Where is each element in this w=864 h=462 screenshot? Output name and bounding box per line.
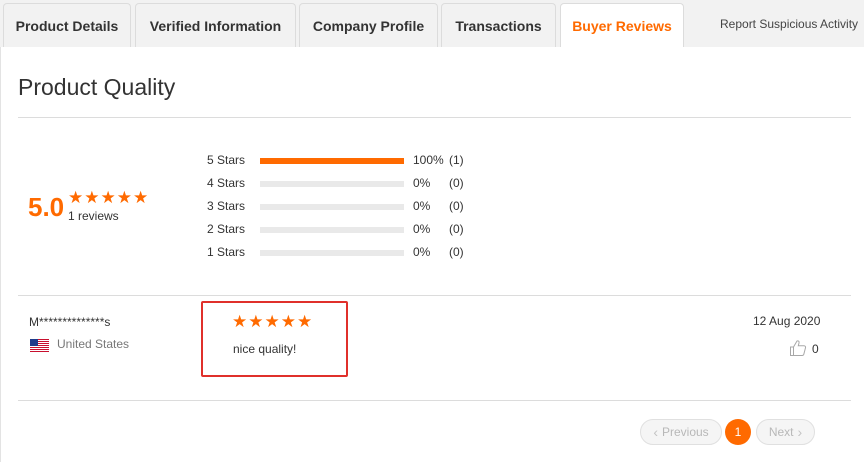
distribution-bar: [260, 204, 404, 210]
tab-company-profile[interactable]: Company Profile: [299, 3, 438, 47]
distribution-count: (0): [449, 245, 464, 259]
distribution-count: (0): [449, 222, 464, 236]
review-count: 1 reviews: [68, 209, 119, 223]
tab-label: Verified Information: [149, 17, 282, 34]
distribution-bar: [260, 250, 404, 256]
us-flag-icon: [30, 339, 49, 352]
tab-label: Buyer Reviews: [572, 18, 672, 34]
distribution-percent: 0%: [413, 176, 431, 190]
tab-verified-information[interactable]: Verified Information: [135, 3, 296, 47]
distribution-bar: [260, 181, 404, 187]
star-icon: ★: [297, 312, 313, 331]
distribution-percent: 0%: [413, 245, 431, 259]
page-1-button[interactable]: 1: [725, 419, 751, 445]
chevron-right-icon: ›: [797, 424, 803, 440]
star-icon: ★: [68, 188, 84, 207]
star-icon: ★: [84, 188, 100, 207]
like-count: 0: [812, 342, 819, 356]
next-page-button[interactable]: Next ›: [756, 419, 815, 445]
distribution-bar-fill: [260, 158, 404, 164]
distribution-percent: 100%: [413, 153, 444, 167]
star-icon: ★: [280, 312, 296, 331]
distribution-bar: [260, 227, 404, 233]
distribution-percent: 0%: [413, 222, 431, 236]
reviewer-name: M**************s: [29, 315, 111, 329]
previous-label: Previous: [661, 425, 709, 439]
distribution-count: (0): [449, 176, 464, 190]
tab-product-details[interactable]: Product Details: [3, 3, 131, 47]
distribution-bar: [260, 158, 404, 164]
average-score: 5.0: [28, 192, 65, 222]
thumbs-up-icon[interactable]: [789, 339, 807, 357]
tab-transactions[interactable]: Transactions: [441, 3, 556, 47]
divider: [18, 295, 851, 296]
distribution-label: 3 Stars: [207, 199, 246, 213]
distribution-label: 5 Stars: [207, 153, 246, 167]
tab-label: Transactions: [455, 17, 542, 34]
reviews-panel: Product Quality 5.0 ★ ★ ★ ★ ★ 1 reviews …: [0, 47, 864, 462]
tab-label: Company Profile: [312, 17, 425, 34]
tab-buyer-reviews[interactable]: Buyer Reviews: [560, 3, 684, 48]
summary-rating-stars: ★ ★ ★ ★ ★: [68, 189, 148, 206]
chevron-left-icon: ‹: [653, 424, 658, 440]
star-icon: ★: [248, 312, 264, 331]
review-date: 12 Aug 2020: [753, 314, 821, 328]
tab-bar: Product Details Verified Information Com…: [0, 0, 864, 48]
review-text: nice quality!: [233, 342, 297, 356]
section-title: Product Quality: [18, 74, 176, 100]
distribution-label: 2 Stars: [207, 222, 246, 236]
star-icon: ★: [116, 188, 132, 207]
next-label: Next: [768, 425, 794, 439]
report-suspicious-activity-link[interactable]: Report Suspicious Activity: [720, 17, 858, 31]
distribution-count: (1): [449, 153, 464, 167]
star-icon: ★: [264, 312, 280, 331]
distribution-percent: 0%: [413, 199, 431, 213]
star-icon: ★: [133, 188, 149, 207]
tab-label: Product Details: [15, 17, 119, 34]
divider: [18, 400, 851, 401]
star-icon: ★: [100, 188, 116, 207]
review-rating-stars: ★ ★ ★ ★ ★: [232, 313, 312, 330]
star-icon: ★: [232, 312, 248, 331]
divider: [18, 117, 851, 118]
distribution-count: (0): [449, 199, 464, 213]
previous-page-button[interactable]: ‹ Previous: [640, 419, 722, 445]
reviewer-country: United States: [57, 337, 130, 351]
distribution-label: 4 Stars: [207, 176, 246, 190]
distribution-label: 1 Stars: [207, 245, 246, 259]
